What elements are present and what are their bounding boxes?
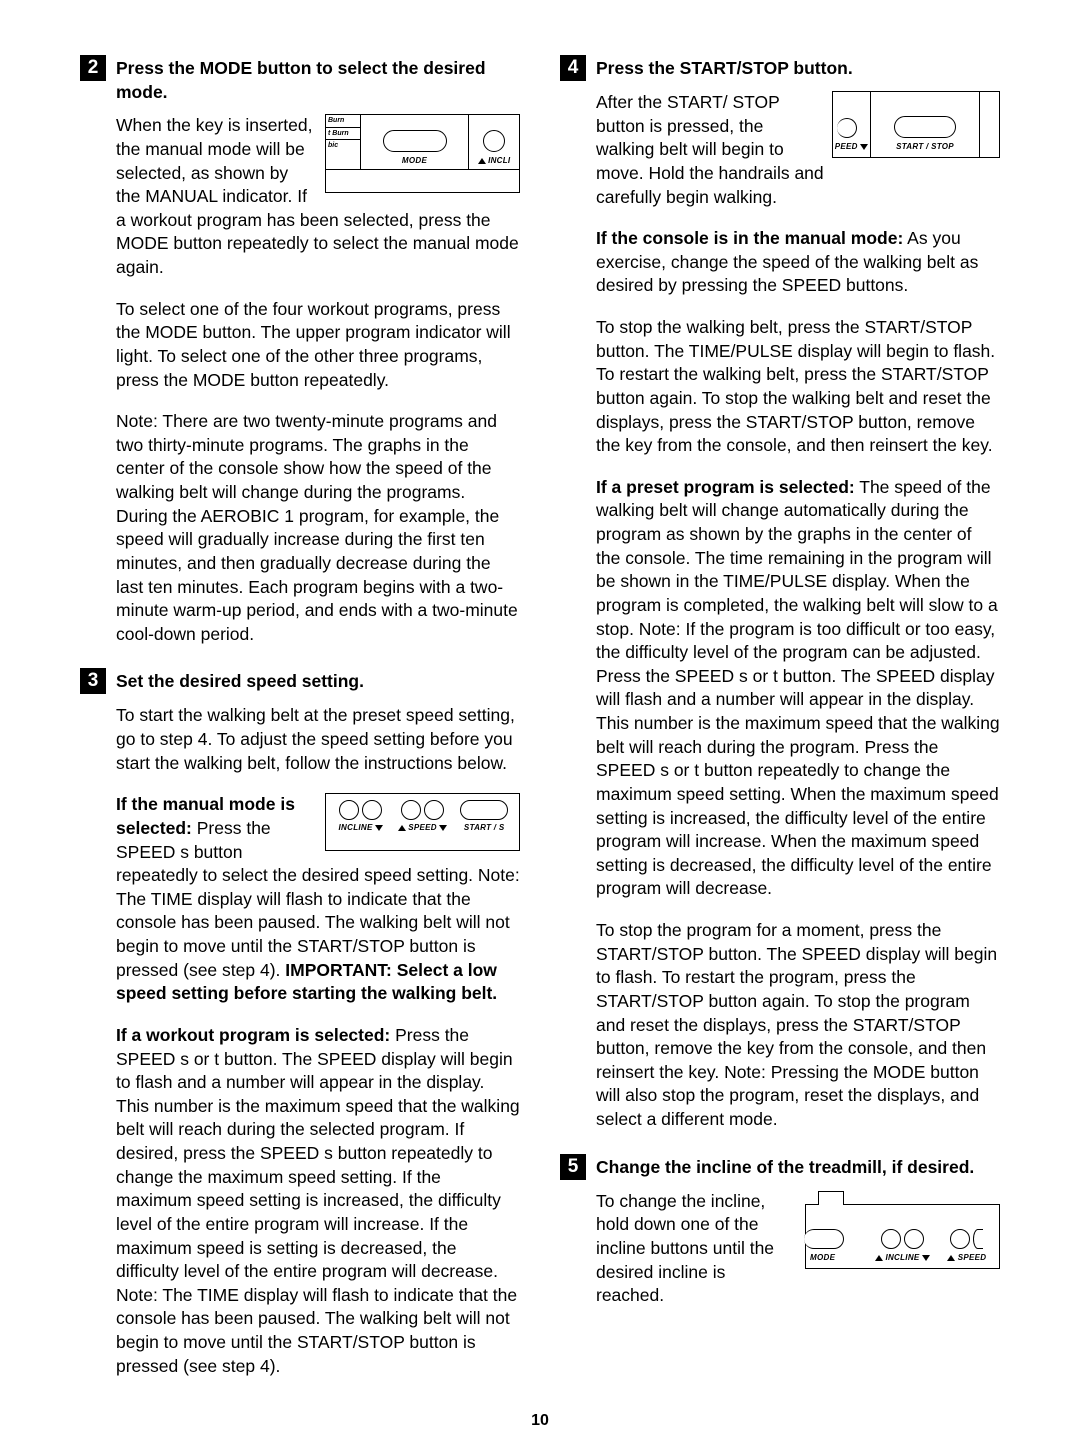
figure-start-stop-console: PEED START / STOP [832,91,1000,158]
fig4-tab [818,1191,844,1205]
speed-down-partial-icon [973,1229,983,1249]
page-number: 10 [80,1410,1000,1432]
speed-up-icon [401,800,421,820]
speed-down-icon [424,800,444,820]
incline-up-icon [339,800,359,820]
step-4-p3: To stop the walking belt, press the STAR… [596,316,1000,458]
triangle-down-icon [860,144,868,150]
fig3-peed-label: PEED [835,142,869,153]
speed-button-partial-icon [837,118,857,138]
step-number-4: 4 [560,55,586,81]
step-4-title: Press the START/STOP button. [596,55,853,81]
incline-down-icon [362,800,382,820]
left-column: 2 Press the MODE button to select the de… [80,55,520,1400]
mode-button-partial-icon [804,1229,844,1249]
incline-button-icon [483,130,505,152]
fig1-label-bic: bic [326,140,360,169]
fig1-mode-label: MODE [402,156,427,167]
fig2-start-label: START / S [464,823,505,834]
step-3-p1: To start the walking belt at the preset … [116,704,520,775]
triangle-up-icon [947,1255,955,1261]
figure-incline-console: MODE INCLINE [805,1204,1000,1269]
figure-mode-console: Burn t Burn bic MODE INCLI [325,114,520,193]
mode-button-icon [383,130,447,152]
step-4: 4 Press the START/STOP button. PEED STAR… [560,55,1000,1132]
fig2-incline-label: INCLINE [339,823,384,834]
triangle-up-icon [398,825,406,831]
fig1-label-burn: Burn [326,115,360,127]
step-2-title: Press the MODE button to select the desi… [116,55,520,104]
start-stop-button-icon [894,116,956,138]
step-number-3: 3 [80,668,106,694]
step-3: 3 Set the desired speed setting. To star… [80,668,520,1378]
step-2-p3: Note: There are two twenty-minute progra… [116,410,520,646]
step-2-p2: To select one of the four workout progra… [116,298,520,393]
speed-up-icon [950,1229,970,1249]
fig1-label-tburn: t Burn [326,128,360,140]
fig4-speed-label: SPEED [947,1253,986,1264]
step-4-p5: To stop the program for a moment, press … [596,919,1000,1132]
page-columns: 2 Press the MODE button to select the de… [80,55,1000,1400]
fig2-speed-label: SPEED [398,823,448,834]
step-5-title: Change the incline of the treadmill, if … [596,1154,974,1180]
step-3-title: Set the desired speed setting. [116,668,364,694]
step-4-p2: If the console is in the manual mode: As… [596,227,1000,298]
triangle-down-icon [375,825,383,831]
step-4-p4: If a preset program is selected: The spe… [596,476,1000,901]
triangle-down-icon [439,825,447,831]
incline-up-icon [881,1229,901,1249]
triangle-up-icon [478,158,486,164]
start-button-icon [460,800,508,820]
step-number-2: 2 [80,55,106,81]
triangle-up-icon [875,1255,883,1261]
triangle-down-icon [922,1255,930,1261]
fig4-mode-label: MODE [810,1253,835,1264]
incline-down-icon [904,1229,924,1249]
step-5: 5 Change the incline of the treadmill, i… [560,1154,1000,1308]
fig4-incline-label: INCLINE [875,1253,930,1264]
fig3-startstop-label: START / STOP [896,142,954,153]
fig1-incli-label: INCLI [478,156,511,167]
step-2: 2 Press the MODE button to select the de… [80,55,520,646]
step-number-5: 5 [560,1154,586,1180]
right-column: 4 Press the START/STOP button. PEED STAR… [560,55,1000,1400]
figure-speed-console: INCLINE SPEED START / S [325,793,520,851]
step-3-p3: If a workout program is selected: Press … [116,1024,520,1378]
